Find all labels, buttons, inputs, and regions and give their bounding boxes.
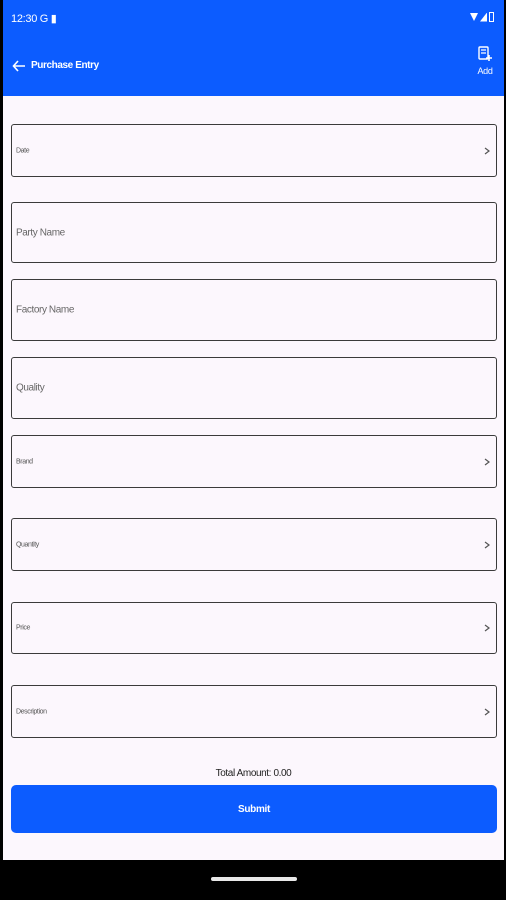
device-frame: 12:30 G ▮ Purchase Entry Add Date Party … xyxy=(0,0,506,900)
chevron-right-icon xyxy=(484,624,490,632)
factory-name-placeholder: Factory Name xyxy=(16,304,74,316)
notification-icons: G ▮ xyxy=(39,13,57,25)
add-button[interactable]: Add xyxy=(474,46,496,76)
add-document-icon xyxy=(478,46,492,61)
submit-label: Submit xyxy=(237,803,271,815)
add-label: Add xyxy=(477,66,493,76)
submit-button[interactable]: Submit xyxy=(11,785,497,833)
party-name-input[interactable]: Party Name xyxy=(11,202,497,263)
page-title: Purchase Entry xyxy=(31,60,99,71)
quantity-label: Quantity xyxy=(16,541,39,548)
clock-text: 12:30 xyxy=(11,13,38,25)
factory-name-input[interactable]: Factory Name xyxy=(11,279,497,341)
chevron-right-icon xyxy=(484,708,490,715)
brand-field[interactable]: Brand xyxy=(11,435,497,488)
date-label: Date xyxy=(16,147,30,154)
status-indicators xyxy=(470,12,494,22)
date-field[interactable]: Date xyxy=(11,124,497,177)
description-label: Description xyxy=(16,708,47,715)
brand-label: Brand xyxy=(16,458,33,465)
back-button[interactable] xyxy=(7,54,31,78)
wifi-icon xyxy=(470,13,478,21)
price-field[interactable]: Price xyxy=(11,602,497,654)
purchase-entry-form: Date Party Name Factory Name Quality Bra… xyxy=(3,96,504,860)
quantity-field[interactable]: Quantity xyxy=(11,518,497,571)
chevron-right-icon xyxy=(484,541,490,548)
total-amount: Total Amount: 0.00 xyxy=(215,768,292,779)
description-field[interactable]: Description xyxy=(11,685,497,738)
home-indicator[interactable] xyxy=(211,877,297,881)
chevron-right-icon xyxy=(484,147,490,154)
signal-icon xyxy=(480,12,487,22)
quality-input[interactable]: Quality xyxy=(11,357,497,419)
chevron-right-icon xyxy=(484,458,490,465)
quality-placeholder: Quality xyxy=(16,382,45,394)
price-label: Price xyxy=(16,624,30,632)
navigation-bar xyxy=(3,860,504,900)
party-name-placeholder: Party Name xyxy=(16,227,65,238)
arrow-left-icon xyxy=(12,60,25,72)
battery-icon xyxy=(489,12,494,22)
app-bar: Purchase Entry Add xyxy=(3,40,504,96)
status-time: 12:30 G ▮ xyxy=(11,12,57,25)
status-bar: 12:30 G ▮ xyxy=(3,0,504,40)
